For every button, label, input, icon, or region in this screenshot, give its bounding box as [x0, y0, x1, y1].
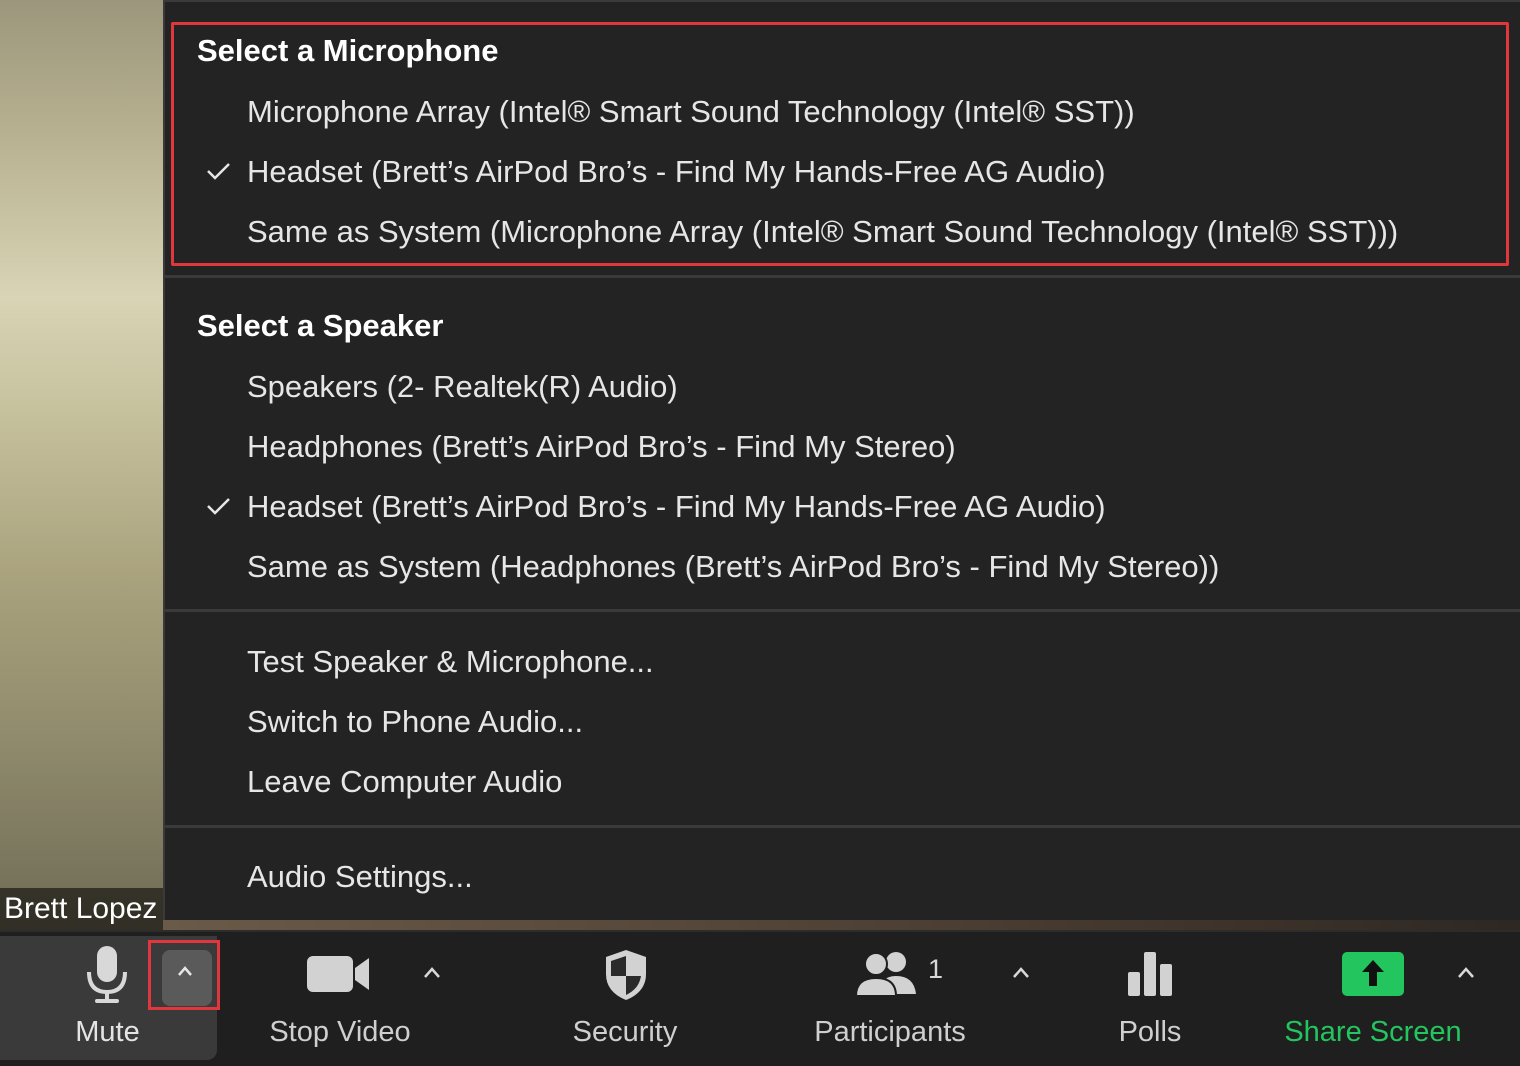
- meeting-toolbar: Mute Stop Video Security 1 Participants: [0, 930, 1520, 1066]
- microphone-option-same-as-system[interactable]: Same as System (Microphone Array (Intel®…: [197, 212, 1510, 264]
- video-camera-icon: [307, 956, 369, 992]
- share-screen-icon: [1342, 952, 1404, 996]
- menu-divider: [165, 275, 1520, 278]
- menu-top-border: [165, 0, 1520, 2]
- security-label: Security: [572, 1016, 678, 1048]
- microphone-section-title: Select a Microphone: [197, 33, 499, 68]
- share-options-chevron-up-icon[interactable]: [1457, 966, 1475, 980]
- share-screen-button[interactable]: Share Screen: [1278, 932, 1468, 1062]
- video-strip: [163, 920, 1520, 930]
- participants-options-chevron-up-icon[interactable]: [1012, 966, 1030, 980]
- audio-menu: Select a Microphone Microphone Array (In…: [163, 0, 1520, 922]
- menu-item-label: Test Speaker & Microphone...: [247, 644, 654, 679]
- checkmark-icon: [207, 498, 230, 515]
- mute-button[interactable]: Mute: [0, 932, 150, 1062]
- microphone-option-headset[interactable]: Headset (Brett’s AirPod Bro’s - Find My …: [197, 152, 1510, 204]
- menu-item-label: Microphone Array (Intel® Smart Sound Tec…: [247, 94, 1135, 129]
- menu-item-label: Same as System (Microphone Array (Intel®…: [247, 214, 1399, 249]
- polls-icon: [1128, 952, 1172, 996]
- menu-item-label: Headset (Brett’s AirPod Bro’s - Find My …: [247, 489, 1106, 524]
- participant-name-tag: Brett Lopez: [0, 888, 164, 930]
- participants-label: Participants: [814, 1016, 966, 1048]
- audio-options-caret-button[interactable]: [148, 940, 220, 1010]
- menu-divider: [165, 825, 1520, 828]
- menu-divider: [165, 609, 1520, 612]
- stop-video-label: Stop Video: [269, 1016, 411, 1048]
- speaker-option-headphones[interactable]: Headphones (Brett’s AirPod Bro’s - Find …: [197, 427, 1510, 479]
- polls-button[interactable]: Polls: [1090, 932, 1210, 1062]
- menu-item-label: Leave Computer Audio: [247, 764, 563, 799]
- participants-icon: [856, 952, 916, 997]
- speaker-section-title: Select a Speaker: [197, 308, 444, 343]
- polls-label: Polls: [1118, 1016, 1182, 1048]
- menu-item-label: Speakers (2- Realtek(R) Audio): [247, 369, 678, 404]
- switch-to-phone-audio-item[interactable]: Switch to Phone Audio...: [197, 702, 1510, 754]
- security-button[interactable]: Security: [540, 932, 710, 1062]
- share-screen-label: Share Screen: [1284, 1016, 1462, 1048]
- chevron-up-icon: [178, 966, 192, 976]
- speaker-option-realtek[interactable]: Speakers (2- Realtek(R) Audio): [197, 367, 1510, 419]
- microphone-icon: [87, 946, 127, 1003]
- audio-settings-item[interactable]: Audio Settings...: [197, 857, 1510, 909]
- mute-label: Mute: [75, 1016, 140, 1048]
- menu-item-label: Audio Settings...: [247, 859, 473, 894]
- video-options-chevron-up-icon[interactable]: [423, 966, 441, 980]
- leave-computer-audio-item[interactable]: Leave Computer Audio: [197, 762, 1510, 814]
- test-speaker-microphone-item[interactable]: Test Speaker & Microphone...: [197, 642, 1510, 694]
- menu-item-label: Switch to Phone Audio...: [247, 704, 584, 739]
- menu-item-label: Same as System (Headphones (Brett’s AirP…: [247, 549, 1220, 584]
- menu-item-label: Headphones (Brett’s AirPod Bro’s - Find …: [247, 429, 956, 464]
- speaker-option-headset[interactable]: Headset (Brett’s AirPod Bro’s - Find My …: [197, 487, 1510, 539]
- participants-button[interactable]: 1 Participants: [800, 932, 980, 1062]
- menu-item-label: Headset (Brett’s AirPod Bro’s - Find My …: [247, 154, 1106, 189]
- participant-video: [0, 0, 170, 930]
- shield-icon: [606, 950, 646, 1000]
- speaker-option-same-as-system[interactable]: Same as System (Headphones (Brett’s AirP…: [197, 547, 1510, 599]
- participants-count: 1: [928, 954, 944, 984]
- stop-video-button[interactable]: Stop Video: [250, 932, 430, 1062]
- checkmark-icon: [207, 163, 230, 180]
- microphone-option-mic-array[interactable]: Microphone Array (Intel® Smart Sound Tec…: [197, 92, 1510, 144]
